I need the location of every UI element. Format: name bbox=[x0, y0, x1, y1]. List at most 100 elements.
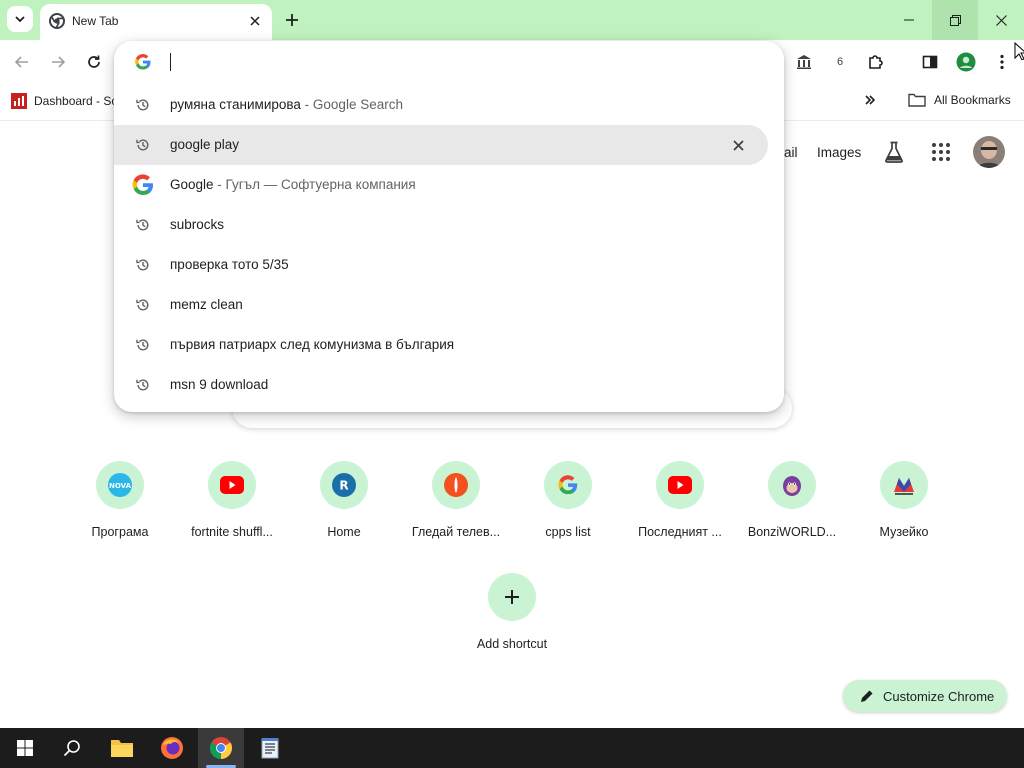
suggestion-text: subrocks bbox=[170, 217, 225, 232]
taskbar-search-button[interactable] bbox=[49, 728, 95, 768]
extensions-button[interactable] bbox=[862, 48, 890, 76]
puzzle-icon bbox=[869, 55, 883, 69]
back-button[interactable] bbox=[8, 48, 36, 76]
suggestion-text: първия патриарх след комунизма в българи… bbox=[170, 337, 455, 352]
arrow-left-icon bbox=[14, 56, 28, 68]
bookmark-dashboard[interactable]: Dashboard - Sc bbox=[11, 92, 121, 110]
history-icon bbox=[134, 296, 152, 314]
suggestion-row[interactable]: румяна станимирова - Google Search bbox=[114, 85, 784, 125]
suggestion-row[interactable]: проверка тото 5/35 bbox=[114, 245, 784, 285]
bookmarks-overflow-button[interactable] bbox=[860, 91, 880, 109]
shortcut-icon-circle: NOVA bbox=[96, 461, 144, 509]
shortcut-cpps-list[interactable]: cpps list bbox=[512, 461, 624, 561]
suggestion-row[interactable]: subrocks bbox=[114, 205, 784, 245]
shortcut-icon-circle bbox=[656, 461, 704, 509]
profile-button[interactable] bbox=[952, 48, 980, 76]
firefox-icon bbox=[161, 737, 183, 759]
shortcut-icon-circle: R bbox=[320, 461, 368, 509]
shortcut-posledniyat[interactable]: Последният ... bbox=[624, 461, 736, 561]
suggestion-text: румяна станимирова - Google Search bbox=[170, 97, 403, 112]
youtube-icon bbox=[668, 476, 692, 494]
shortcut-label: Последният ... bbox=[638, 525, 722, 539]
tab-title: New Tab bbox=[72, 14, 119, 28]
windows-icon bbox=[17, 740, 33, 756]
svg-text:R: R bbox=[339, 479, 348, 493]
bookmark-label: Dashboard - Sc bbox=[34, 94, 118, 108]
chrome-menu-button[interactable] bbox=[988, 48, 1016, 76]
folder-icon bbox=[908, 93, 926, 107]
notepad-icon bbox=[261, 738, 279, 759]
minimize-icon bbox=[904, 19, 914, 21]
taskbar-firefox[interactable] bbox=[149, 728, 195, 768]
suggestion-text: google play bbox=[170, 137, 240, 152]
restore-button[interactable] bbox=[932, 0, 978, 40]
add-shortcut-button[interactable]: Add shortcut bbox=[456, 573, 568, 673]
side-panel-icon bbox=[922, 55, 938, 69]
side-panel-button[interactable] bbox=[916, 48, 944, 76]
taskbar-chrome[interactable] bbox=[198, 728, 244, 768]
chrome-icon bbox=[49, 13, 65, 29]
google-icon bbox=[558, 475, 578, 495]
start-button[interactable] bbox=[2, 728, 48, 768]
shortcut-fortnite-shuffle[interactable]: fortnite shuffl... bbox=[176, 461, 288, 561]
shortcut-gledai-telev[interactable]: Гледай телев... bbox=[400, 461, 512, 561]
chevron-down-icon bbox=[15, 16, 25, 23]
more-vert-icon bbox=[1000, 54, 1004, 70]
shortcut-icon-circle bbox=[544, 461, 592, 509]
suggestion-text: memz clean bbox=[170, 297, 243, 312]
images-link[interactable]: Images bbox=[817, 145, 861, 160]
suggestion-row[interactable]: msn 9 download bbox=[114, 365, 784, 405]
shortcut-label: Програма bbox=[91, 525, 149, 539]
google-apps-button[interactable] bbox=[930, 141, 952, 163]
shortcut-icon-circle bbox=[432, 461, 480, 509]
add-shortcut-label: Add shortcut bbox=[476, 637, 548, 651]
shortcut-label: Home bbox=[327, 525, 361, 539]
restore-icon bbox=[949, 14, 961, 26]
customize-chrome-button[interactable]: Customize Chrome bbox=[843, 680, 1007, 712]
taskbar-file-explorer[interactable] bbox=[99, 728, 145, 768]
remove-suggestion-button[interactable] bbox=[728, 135, 748, 155]
add-shortcut-circle bbox=[488, 573, 536, 621]
shortcut-bonziworld[interactable]: BonziWORLD... bbox=[736, 461, 848, 561]
flask-icon bbox=[885, 141, 903, 163]
extension-museum-button[interactable] bbox=[790, 48, 818, 76]
profile-icon bbox=[956, 52, 976, 72]
suggestion-row[interactable]: първия патриарх след комунизма в българи… bbox=[114, 325, 784, 365]
museum-icon bbox=[797, 55, 811, 69]
muzeiko-icon bbox=[894, 478, 914, 495]
new-tab-button[interactable] bbox=[281, 9, 303, 31]
all-bookmarks-button[interactable]: All Bookmarks bbox=[908, 91, 1018, 109]
suggestion-row[interactable]: memz clean bbox=[114, 285, 784, 325]
reload-button[interactable] bbox=[80, 48, 108, 76]
tab-new-tab[interactable]: New Tab bbox=[40, 4, 272, 40]
suggestion-row-selected[interactable]: google play bbox=[114, 125, 768, 165]
tab-search-button[interactable] bbox=[7, 6, 33, 32]
dashboard-icon bbox=[11, 93, 27, 109]
account-avatar[interactable] bbox=[973, 136, 1005, 168]
taskbar-notepad[interactable] bbox=[247, 728, 293, 768]
search-icon bbox=[63, 740, 80, 757]
customize-chrome-label: Customize Chrome bbox=[883, 689, 995, 704]
close-icon bbox=[995, 14, 1007, 26]
omnibox-input-row[interactable] bbox=[114, 41, 784, 83]
apps-grid-icon bbox=[932, 143, 950, 161]
bonzi-icon bbox=[783, 476, 801, 496]
pencil-icon bbox=[861, 690, 873, 702]
history-icon bbox=[134, 136, 152, 154]
suggestion-row[interactable]: Google - Гугъл — Софтуерна компания bbox=[114, 165, 784, 205]
arrow-right-icon bbox=[52, 56, 66, 68]
close-window-button[interactable] bbox=[978, 0, 1024, 40]
forward-button[interactable] bbox=[44, 48, 72, 76]
shortcut-programa[interactable]: NOVA Програма bbox=[64, 461, 176, 561]
gmail-link[interactable]: ail bbox=[784, 145, 798, 160]
shortcut-label: cpps list bbox=[545, 525, 591, 539]
labs-button[interactable] bbox=[882, 140, 906, 164]
shortcut-home[interactable]: R Home bbox=[288, 461, 400, 561]
shortcut-muzeiko[interactable]: Музейко bbox=[848, 461, 960, 561]
suggestion-text: проверка тото 5/35 bbox=[170, 257, 289, 272]
taskbar bbox=[0, 728, 1024, 768]
nova-icon: NOVA bbox=[108, 473, 132, 497]
tab-close-button[interactable] bbox=[246, 12, 264, 30]
minimize-button[interactable] bbox=[886, 0, 932, 40]
extension-badge-button[interactable]: 6 bbox=[826, 48, 854, 76]
